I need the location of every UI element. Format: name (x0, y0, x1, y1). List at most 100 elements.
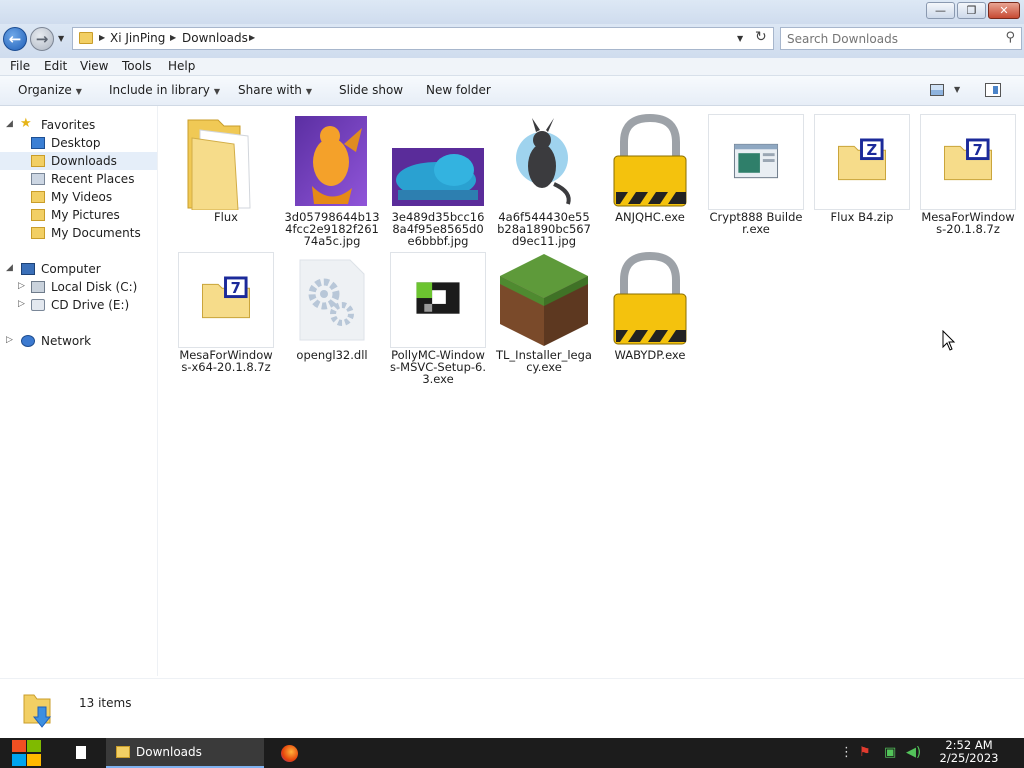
nav-item-my-videos[interactable]: My Videos (0, 188, 157, 206)
file-item[interactable]: 7 MesaForWindows-20.1.8.7z (920, 114, 1016, 248)
file-name: 3e489d35bcc168a4f95e8565d0e6bbbf.jpg (391, 210, 485, 248)
change-view-icon[interactable] (930, 84, 944, 96)
file-item[interactable]: TL_Installer_legacy.exe (496, 252, 592, 386)
address-bar[interactable]: ▶ Xi JinPing ▶ Downloads ▶ ▼ ↻ (72, 27, 774, 50)
title-bar[interactable]: — ❐ ✕ (0, 0, 1024, 24)
gear-file-icon (299, 259, 365, 341)
file-name: MesaForWindows-20.1.8.7z (921, 210, 1015, 236)
file-item[interactable]: Flux (178, 114, 274, 248)
firefox-icon[interactable] (281, 745, 298, 762)
restore-button[interactable]: ❐ (957, 2, 986, 19)
nav-computer[interactable]: ◢ Computer (0, 260, 157, 278)
start-button[interactable] (10, 738, 42, 768)
preview-pane-icon[interactable] (985, 83, 1001, 97)
collapse-arrow-icon[interactable]: ◢ (6, 119, 13, 129)
downloads-library-icon (23, 694, 52, 728)
minimize-button[interactable]: — (926, 2, 955, 19)
file-name: PollyMC-Windows-MSVC-Setup-6.3.exe (390, 348, 487, 386)
chevron-down-icon: ▼ (305, 87, 313, 96)
chevron-down-icon: ▼ (213, 87, 221, 96)
image-thumbnail-dragon (295, 116, 367, 206)
back-button[interactable]: ← (3, 27, 27, 51)
taskbar-task-label: Downloads (136, 745, 202, 759)
breadcrumb-chevron-icon[interactable]: ▶ (170, 33, 176, 42)
file-name: opengl32.dll (296, 348, 368, 362)
file-item[interactable]: Crypt888 Builder.exe (708, 114, 804, 248)
nav-item-recent-places[interactable]: Recent Places (0, 170, 157, 188)
network-status-icon[interactable]: ▣ (884, 745, 896, 760)
volume-icon[interactable]: ◀) (906, 745, 921, 760)
collapse-arrow-icon[interactable]: ◢ (6, 263, 13, 273)
document-icon[interactable] (76, 746, 86, 759)
file-item[interactable]: 7 MesaForWindows-x64-20.1.8.7z (178, 252, 274, 386)
file-item[interactable]: opengl32.dll (284, 252, 380, 386)
file-item[interactable]: WABYDP.exe (602, 252, 698, 386)
expand-arrow-icon[interactable]: ▷ (18, 281, 25, 291)
search-icon[interactable]: ⚲ (1005, 30, 1015, 45)
nav-item-desktop[interactable]: Desktop (0, 134, 157, 152)
include-in-library-button[interactable]: Include in library ▼ (109, 83, 220, 97)
7z-archive-icon: 7 (178, 252, 274, 348)
slide-show-button[interactable]: Slide show (339, 83, 403, 97)
file-item[interactable]: PollyMC-Windows-MSVC-Setup-6.3.exe (390, 252, 486, 386)
new-folder-button[interactable]: New folder (426, 83, 491, 97)
file-item[interactable]: Z Flux B4.zip (814, 114, 910, 248)
recent-pages-dropdown[interactable]: ▼ (58, 34, 64, 43)
view-options-dropdown[interactable]: ▼ (954, 85, 960, 94)
menu-view[interactable]: View (80, 59, 108, 73)
taskbar-task-downloads[interactable]: Downloads (106, 738, 264, 768)
file-name: Flux B4.zip (830, 210, 894, 224)
nav-item-label: My Pictures (51, 208, 120, 222)
menu-edit[interactable]: Edit (44, 59, 67, 73)
menu-tools[interactable]: Tools (122, 59, 152, 73)
nav-item-local-disk[interactable]: ▷ Local Disk (C:) (0, 278, 157, 296)
close-icon: ✕ (999, 4, 1009, 17)
share-with-button[interactable]: Share with ▼ (238, 83, 312, 97)
nav-item-label: Downloads (51, 154, 117, 168)
file-list[interactable]: Flux 3d05798644b134fcc2e9182f26174a5c.jp… (160, 106, 1024, 678)
organize-button[interactable]: Organize ▼ (18, 83, 82, 97)
file-item[interactable]: ANJQHC.exe (602, 114, 698, 248)
include-in-library-label: Include in library (109, 83, 210, 97)
share-with-label: Share with (238, 83, 302, 97)
file-name: MesaForWindows-x64-20.1.8.7z (179, 348, 273, 374)
file-item[interactable]: 3e489d35bcc168a4f95e8565d0e6bbbf.jpg (390, 114, 486, 248)
menu-help[interactable]: Help (168, 59, 195, 73)
refresh-icon[interactable]: ↻ (755, 29, 767, 45)
forward-button[interactable]: → (30, 27, 54, 51)
breadcrumb-downloads[interactable]: Downloads (182, 31, 248, 45)
file-item[interactable]: 4a6f544430e55b28a1890bc567d9ec11.jpg (496, 114, 592, 248)
folder-icon (187, 119, 251, 210)
nav-item-cd-drive[interactable]: ▷ CD Drive (E:) (0, 296, 157, 314)
menu-file[interactable]: File (10, 59, 30, 73)
expand-arrow-icon[interactable]: ▷ (18, 299, 25, 309)
nav-item-my-pictures[interactable]: My Pictures (0, 206, 157, 224)
breadcrumb-user[interactable]: Xi JinPing (110, 31, 165, 45)
recent-places-icon (31, 173, 45, 185)
nav-favorites[interactable]: ◢ ★ Favorites (0, 116, 157, 134)
expand-arrow-icon[interactable]: ▷ (6, 335, 13, 345)
desktop-icon (31, 137, 45, 149)
close-button[interactable]: ✕ (988, 2, 1020, 19)
folder-icon (116, 746, 130, 758)
nav-item-label: My Documents (51, 226, 141, 240)
app-window-icon (708, 114, 804, 210)
breadcrumb-chevron-icon[interactable]: ▶ (99, 33, 105, 42)
network-icon (21, 335, 35, 347)
search-input[interactable] (787, 31, 997, 47)
nav-network[interactable]: ▷ Network (0, 332, 157, 350)
nav-item-my-documents[interactable]: My Documents (0, 224, 157, 242)
nav-item-downloads[interactable]: Downloads (0, 152, 157, 170)
svg-text:7: 7 (231, 280, 241, 297)
search-box[interactable]: ⚲ (780, 27, 1022, 50)
address-row: ← → ▼ ▶ Xi JinPing ▶ Downloads ▶ ▼ ↻ ⚲ (0, 24, 1024, 58)
address-dropdown-icon[interactable]: ▼ (737, 34, 743, 43)
file-item[interactable]: 3d05798644b134fcc2e9182f26174a5c.jpg (284, 114, 380, 248)
action-center-flag-icon[interactable]: ⚑ (859, 745, 871, 760)
restore-icon: ❐ (966, 4, 977, 17)
breadcrumb-chevron-icon[interactable]: ▶ (249, 33, 255, 42)
tray-overflow-icon[interactable]: ⋮ (840, 745, 853, 760)
system-clock[interactable]: 2:52 AM 2/25/2023 (930, 739, 1008, 765)
zip-archive-icon: Z (814, 114, 910, 210)
windows-logo-icon (27, 754, 41, 766)
